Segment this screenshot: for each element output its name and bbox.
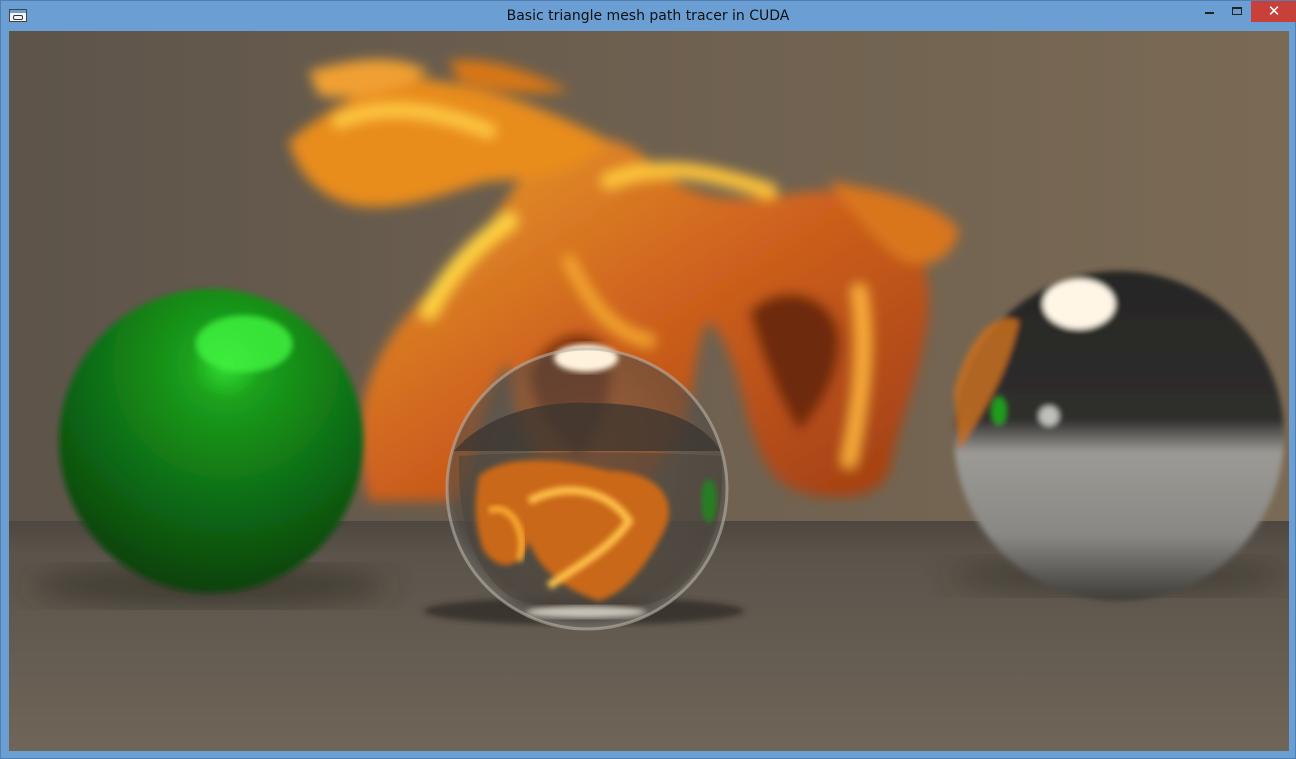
close-button[interactable]: ✕ — [1251, 1, 1296, 22]
maximize-button[interactable] — [1224, 1, 1251, 22]
minimize-icon — [1205, 12, 1214, 14]
close-icon: ✕ — [1267, 2, 1281, 20]
window-title: Basic triangle mesh path tracer in CUDA — [506, 8, 790, 24]
green-sphere — [59, 289, 363, 593]
render-viewport — [9, 31, 1289, 751]
title-bar[interactable]: Basic triangle mesh path tracer in CUDA … — [1, 1, 1296, 31]
rendered-scene — [9, 31, 1289, 751]
maximize-icon — [1232, 7, 1242, 15]
chrome-sphere — [954, 271, 1284, 601]
minimize-button[interactable] — [1197, 1, 1224, 22]
app-window: Basic triangle mesh path tracer in CUDA … — [0, 0, 1296, 759]
